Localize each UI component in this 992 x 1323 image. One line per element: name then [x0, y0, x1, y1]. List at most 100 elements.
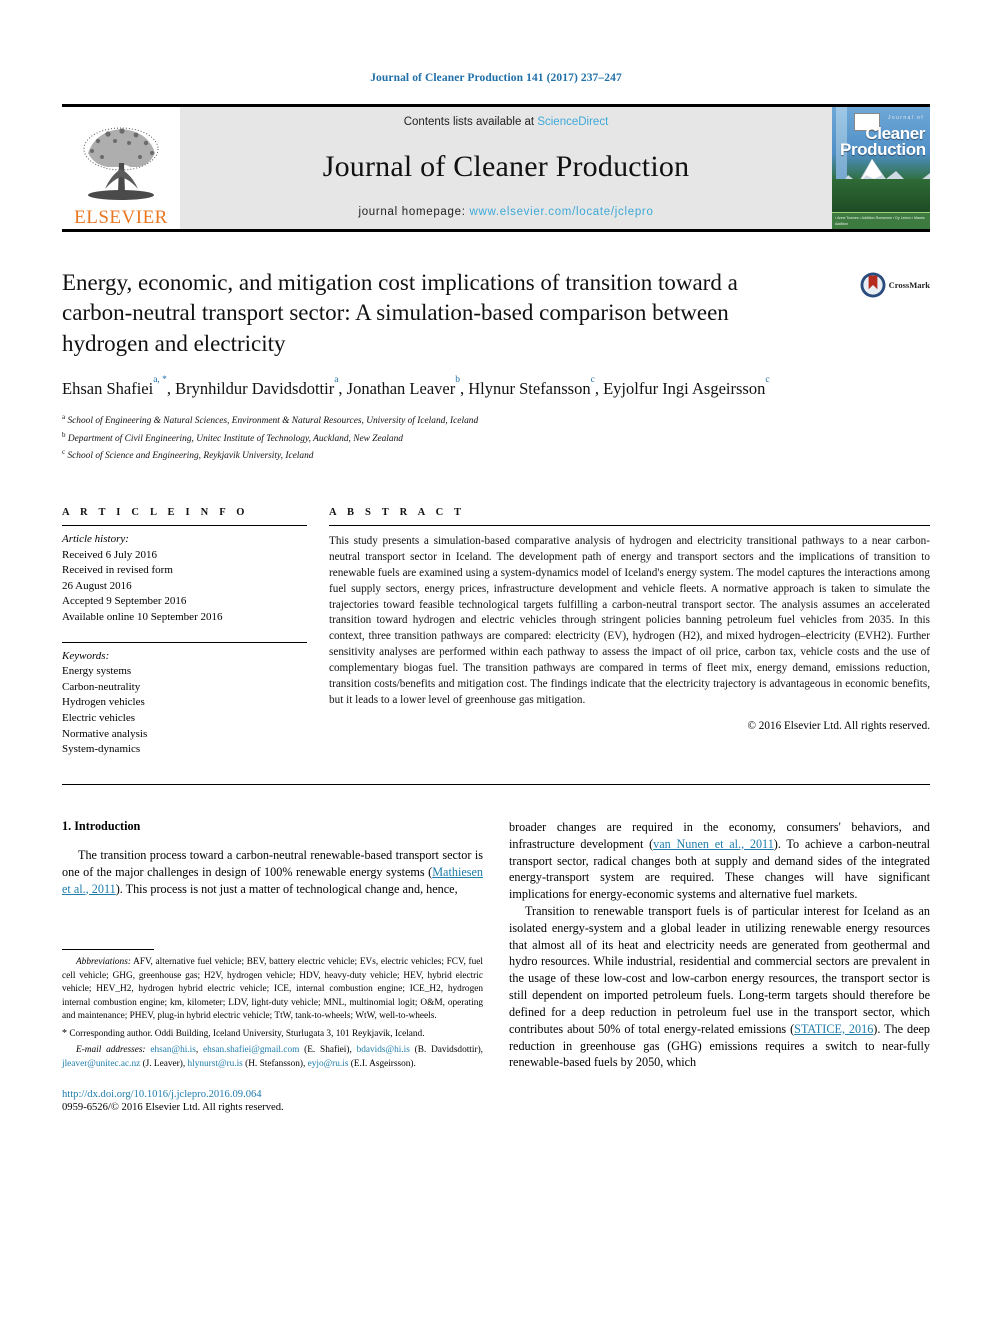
affiliation-item: b Department of Civil Engineering, Unite… [62, 430, 930, 448]
email-sep: (J. Leaver), [140, 1058, 188, 1069]
paper-page: Journal of Cleaner Production 141 (2017)… [0, 0, 992, 1323]
history-item: Received in revised form [62, 564, 173, 577]
abbreviations-label: Abbreviations: [76, 957, 131, 968]
author-name: Brynhildur Davidsdottir [175, 379, 335, 399]
abstract-column: A B S T R A C T This study presents a si… [329, 507, 930, 758]
affiliation-text: School of Engineering & Natural Sciences… [67, 416, 479, 427]
email-sep: (E.I. Asgeirsson). [348, 1058, 416, 1069]
keyword-item: Electric vehicles [62, 712, 135, 725]
keyword-item: Hydrogen vehicles [62, 696, 145, 709]
masthead-banner: Contents lists available at ScienceDirec… [180, 107, 832, 229]
masthead-bottom-rule [62, 229, 930, 232]
email-sep: (H. Stefansson), [242, 1058, 308, 1069]
affiliation-text: Department of Civil Engineering, Unitec … [67, 433, 403, 444]
author-item[interactable]: Hlynur Stefanssonc [468, 375, 595, 399]
footnote-emails: E-mail addresses: ehsan@hi.is, ehsan.sha… [62, 1044, 483, 1071]
elsevier-logo: ELSEVIER [62, 107, 180, 229]
cover-journal-of-label: Journal of [888, 115, 924, 121]
cover-footer-text: ▪ Anne Townes ▪ Addition Ronsenne ▪ Dy L… [835, 216, 925, 226]
keywords-label: Keywords: [62, 649, 110, 662]
issn-copyright: 0959-6526/© 2016 Elsevier Ltd. All right… [62, 1102, 284, 1114]
email-link[interactable]: bdavids@hi.is [357, 1045, 410, 1055]
author-marks: c [590, 375, 595, 386]
keyword-item: Carbon-neutrality [62, 680, 141, 693]
journal-homepage-line: journal homepage: www.elsevier.com/locat… [358, 206, 653, 218]
title-block: CrossMark Energy, economic, and mitigati… [62, 268, 930, 465]
author-name: Ehsan Shafiei [62, 379, 154, 399]
author-marks: a [334, 375, 339, 386]
homepage-prefix: journal homepage: [358, 206, 470, 218]
author-item[interactable]: Eyjolfur Ingi Asgeirssonc [603, 375, 769, 399]
journal-cover-thumbnail: Journal of Cleaner Production ▪ Anne Tow… [832, 107, 930, 229]
intro-p1-text-a: The transition process toward a carbon-n… [62, 847, 483, 879]
keyword-item: Energy systems [62, 665, 132, 678]
author-list: Ehsan Shafieia, *, Brynhildur Davidsdott… [62, 375, 770, 399]
keyword-item: System-dynamics [62, 743, 141, 756]
abstract-heading: A B S T R A C T [329, 506, 466, 518]
crossmark-badge[interactable]: CrossMark [860, 272, 930, 298]
footnote-block: Abbreviations: AFV, alternative fuel veh… [62, 949, 483, 1071]
author-name: Eyjolfur Ingi Asgeirsson [603, 379, 766, 399]
keywords-group: Keywords: Energy systems Carbon-neutrali… [62, 643, 307, 758]
intro-paragraph-1: The transition process toward a carbon-n… [62, 847, 483, 897]
affiliation-mark: c [62, 448, 66, 457]
contents-prefix: Contents lists available at [403, 116, 538, 128]
sciencedirect-link[interactable]: ScienceDirect [537, 116, 608, 128]
journal-title: Journal of Cleaner Production [322, 150, 690, 183]
article-info-column: A R T I C L E I N F O Article history: R… [62, 507, 307, 758]
affiliation-item: c School of Science and Engineering, Rey… [62, 447, 930, 465]
keyword-item: Normative analysis [62, 727, 148, 740]
doi-block: http://dx.doi.org/10.1016/j.jclepro.2016… [62, 1089, 483, 1113]
author-item[interactable]: Brynhildur Davidsdottira [175, 375, 338, 399]
intro-paragraph-3: Transition to renewable transport fuels … [509, 903, 930, 1071]
author-name: Jonathan Leaver [346, 379, 456, 399]
author-marks: b [455, 375, 460, 386]
email-sep: (E. Shafiei), [299, 1045, 357, 1056]
author-marks: a, * [153, 375, 167, 386]
email-label: E-mail addresses: [76, 1045, 146, 1056]
asterisk-icon: * [62, 1027, 67, 1039]
abstract-copyright: © 2016 Elsevier Ltd. All rights reserved… [747, 719, 931, 732]
footnote-rule [62, 949, 154, 951]
history-item: Available online 10 September 2016 [62, 610, 223, 623]
elsevier-tree-icon [83, 127, 159, 200]
running-head: Journal of Cleaner Production 141 (2017)… [370, 72, 622, 84]
body-column-right: broader changes are required in the econ… [509, 819, 930, 1113]
section-heading-introduction: 1. Introduction [62, 818, 141, 833]
citation-van-nunen[interactable]: van Nunen et al., 2011 [653, 837, 774, 851]
crossmark-label: CrossMark [888, 280, 930, 290]
contents-line: Contents lists available at ScienceDirec… [404, 116, 609, 128]
corresponding-author-text: Corresponding author. Oddi Building, Ice… [69, 1028, 425, 1039]
email-link[interactable]: eyjo@ru.is [308, 1059, 349, 1069]
author-item[interactable]: Ehsan Shafieia, * [62, 375, 167, 399]
journal-homepage-link[interactable]: www.elsevier.com/locate/jclepro [470, 206, 654, 218]
intro-paragraph-2: broader changes are required in the econ… [509, 819, 930, 903]
affiliation-mark: b [62, 430, 66, 439]
email-link[interactable]: ehsan@hi.is [150, 1045, 196, 1055]
article-history-label: Article history: [62, 532, 129, 545]
intro-p1-text-b: ). This process is not just a matter of … [115, 881, 458, 896]
author-name: Hlynur Stefansson [468, 379, 591, 399]
email-link[interactable]: hlynurst@ru.is [187, 1059, 242, 1069]
page-title: Energy, economic, and mitigation cost im… [62, 270, 738, 356]
email-sep: (B. Davidsdottir), [409, 1045, 483, 1056]
affiliation-mark: a [62, 413, 66, 421]
history-item: 26 August 2016 [62, 579, 132, 592]
email-link[interactable]: jleaver@unitec.ac.nz [62, 1059, 140, 1069]
elsevier-wordmark: ELSEVIER [74, 207, 168, 228]
affiliation-text: School of Science and Engineering, Reykj… [67, 451, 314, 462]
history-item: Received 6 July 2016 [62, 548, 158, 561]
cover-forest-graphic [832, 179, 930, 213]
author-item[interactable]: Jonathan Leaverb [346, 375, 460, 399]
footnote-corresponding-author: * Corresponding author. Oddi Building, I… [62, 1027, 483, 1042]
abstract-bottom-rule [62, 783, 930, 785]
article-info-heading: A R T I C L E I N F O [62, 506, 249, 518]
article-history-group: Article history: Received 6 July 2016 Re… [62, 526, 307, 626]
email-link[interactable]: ehsan.shafiei@gmail.com [203, 1045, 299, 1055]
footnote-abbreviations: Abbreviations: AFV, alternative fuel veh… [62, 956, 483, 1023]
doi-link[interactable]: http://dx.doi.org/10.1016/j.jclepro.2016… [62, 1089, 483, 1100]
journal-masthead: ELSEVIER Contents lists available at Sci… [62, 104, 930, 232]
citation-statice[interactable]: STATICE, 2016 [794, 1022, 873, 1036]
affiliation-list: a School of Engineering & Natural Scienc… [62, 412, 930, 465]
